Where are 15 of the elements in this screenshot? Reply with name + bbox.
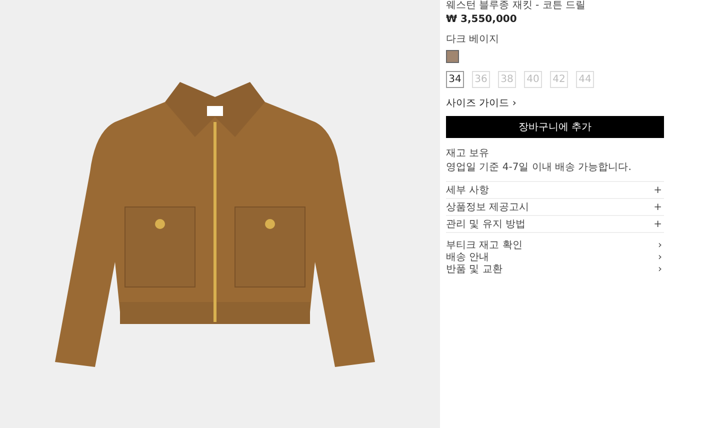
delivery-note: 영업일 기준 4-7일 이내 배송 가능합니다. bbox=[446, 161, 632, 174]
product-title: 웨스턴 블루종 재킷 - 코튼 드릴 bbox=[446, 0, 586, 12]
size-guide-link[interactable]: 사이즈 가이드 › bbox=[446, 96, 516, 110]
color-name: 다크 베이지 bbox=[446, 33, 500, 46]
add-to-cart-button[interactable]: 장바구니에 추가 bbox=[446, 116, 664, 138]
info-link[interactable]: 부티크 재고 확인 › bbox=[446, 239, 664, 251]
color-swatch[interactable] bbox=[446, 50, 459, 63]
info-link[interactable]: 배송 안내 › bbox=[446, 251, 664, 263]
stock-status: 재고 보유 bbox=[446, 147, 490, 160]
accordion-item[interactable]: 세부 사항 + bbox=[446, 182, 664, 199]
accordion-item[interactable]: 관리 및 유지 방법 + bbox=[446, 216, 664, 233]
product-price: ₩ 3,550,000 bbox=[446, 14, 517, 25]
info-link[interactable]: 반품 및 교환 › bbox=[446, 263, 664, 275]
size-option[interactable]: 34 bbox=[446, 71, 464, 88]
accordion-item[interactable]: 상품정보 제공고시 + bbox=[446, 199, 664, 216]
